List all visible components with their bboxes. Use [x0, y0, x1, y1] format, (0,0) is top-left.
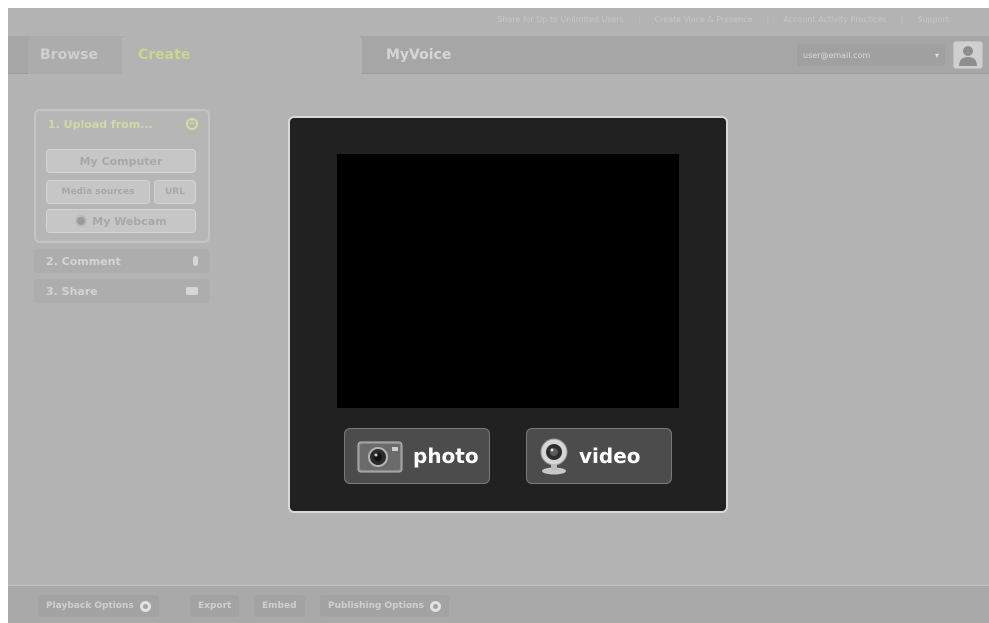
tab-myvoice[interactable]: MyVoice: [382, 36, 522, 74]
separator: |: [900, 14, 904, 24]
step-upload-title: 1. Upload from...: [48, 117, 153, 131]
step-comment[interactable]: 2. Comment: [34, 249, 210, 273]
video-label: video: [579, 444, 641, 468]
tab-browse[interactable]: Browse: [28, 36, 124, 74]
my-webcam-label: My Webcam: [92, 214, 167, 228]
tab-create[interactable]: Create: [122, 36, 362, 74]
media-sources-button[interactable]: Media sources: [46, 180, 150, 204]
my-computer-label: My Computer: [79, 154, 163, 168]
avatar[interactable]: [953, 41, 983, 69]
gear-icon: [429, 600, 441, 612]
share-icon: [186, 287, 198, 295]
account-email: user@email.com: [803, 50, 871, 60]
step-comment-label: 2. Comment: [46, 254, 121, 268]
photo-label: photo: [413, 444, 479, 468]
step-share[interactable]: 3. Share: [34, 279, 210, 303]
my-webcam-button[interactable]: My Webcam: [46, 209, 196, 233]
microphone-icon: [193, 256, 198, 266]
playback-options-label: Playback Options: [46, 601, 134, 611]
webcam-icon: [540, 438, 568, 475]
url-label: URL: [165, 187, 185, 197]
publishing-options-label: Publishing Options: [328, 601, 424, 611]
top-link-support[interactable]: Support: [917, 15, 949, 24]
photo-button[interactable]: photo: [344, 428, 490, 484]
webcam-preview: [337, 154, 679, 408]
publishing-options-button[interactable]: Publishing Options: [320, 595, 449, 617]
media-sources-label: Media sources: [61, 187, 135, 197]
export-label: Export: [198, 601, 232, 611]
top-link-account-activity[interactable]: Account Activity Practices: [783, 15, 886, 24]
video-button[interactable]: video: [526, 428, 672, 484]
webcam-icon: [75, 215, 88, 227]
step-upload-header[interactable]: 1. Upload from... +: [36, 111, 208, 137]
footer-toolbar: Playback Options Export Embed Publishing…: [8, 585, 989, 623]
steps-sidebar: 1. Upload from... + My Computer Media so…: [34, 109, 210, 303]
camera-icon: [357, 441, 403, 473]
capture-panel: photo video: [288, 116, 728, 513]
tab-bar: Browse Create MyVoice user@email.com ▾: [8, 36, 989, 74]
plus-icon: +: [186, 118, 198, 130]
url-button[interactable]: URL: [154, 180, 196, 204]
playback-options-button[interactable]: Playback Options: [38, 595, 159, 617]
embed-label: Embed: [262, 601, 297, 611]
separator: |: [637, 14, 641, 24]
separator: |: [766, 14, 770, 24]
my-computer-button[interactable]: My Computer: [46, 149, 196, 173]
top-links: Share for Up to Unlimited Users | Create…: [8, 8, 989, 30]
embed-button[interactable]: Embed: [254, 595, 305, 617]
account-dropdown[interactable]: user@email.com ▾: [797, 44, 945, 66]
export-button[interactable]: Export: [190, 595, 240, 617]
user-icon: [959, 46, 977, 66]
top-link-share[interactable]: Share for Up to Unlimited Users: [497, 15, 624, 24]
step-share-label: 3. Share: [46, 284, 98, 298]
app-window: Share for Up to Unlimited Users | Create…: [8, 8, 989, 623]
step-upload: 1. Upload from... + My Computer Media so…: [34, 109, 210, 243]
top-link-create-voice[interactable]: Create Voice & Presence: [655, 15, 753, 24]
chevron-down-icon: ▾: [934, 50, 939, 60]
gear-icon: [139, 600, 151, 612]
